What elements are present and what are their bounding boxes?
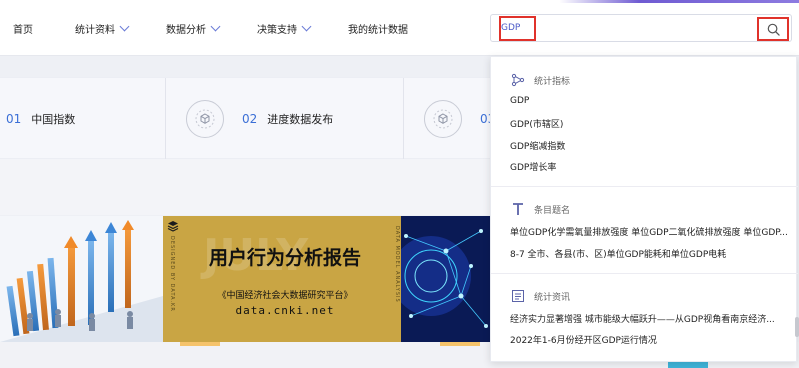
nav-data-analysis-label: 数据分析 [166, 25, 206, 36]
nav-decision-support[interactable]: 决策支持 [257, 21, 312, 36]
nav-data-analysis[interactable]: 数据分析 [166, 21, 221, 36]
indicators-heading-label: 统计指标 [534, 76, 571, 87]
nav-my-statistical-data[interactable]: 我的统计数据 [348, 21, 408, 36]
search-button[interactable] [757, 17, 789, 41]
band-divider [403, 78, 404, 160]
feature-item-china-index[interactable]: 01 中国指数 [6, 78, 75, 160]
report-side-text-right: DATA MODEL ANALYSIS [394, 226, 400, 303]
tag-yellow [180, 342, 220, 346]
suggestion-news-item[interactable]: 2022年1-6月份经开区GDP运行情况 [510, 333, 780, 346]
cube-circle-icon [186, 100, 224, 138]
band-divider [165, 78, 166, 160]
search-icon [767, 23, 780, 36]
top-accent-strip [0, 0, 799, 3]
scrollbar-thumb[interactable] [795, 317, 799, 337]
text-t-icon [513, 203, 523, 215]
feature-number: 01 [6, 112, 22, 126]
entries-heading-label: 条目题名 [534, 205, 571, 216]
report-banner[interactable]: DESIGNED BY DATA.KR DATA MODEL ANALYSIS … [163, 216, 401, 342]
nav-statistical-materials-label: 统计资料 [75, 25, 115, 36]
chevron-down-icon [301, 21, 312, 32]
suggestion-news-item[interactable]: 经济实力显著增强 城市能级大幅跃升——从GDP视角看南京经济... [510, 312, 792, 325]
top-navigation-bar: 首页 统计资料 数据分析 决策支持 我的统计数据 [0, 0, 799, 56]
feature-item-third[interactable]: 03 [424, 78, 495, 160]
feature-label: 中国指数 [31, 113, 76, 126]
people-arrows-illustration [0, 216, 163, 342]
suggestion-entry-item[interactable]: 8-7 全市、各县(市、区)单位GDP能耗和单位GDP电耗 [510, 247, 780, 260]
nav-statistical-materials[interactable]: 统计资料 [75, 21, 130, 36]
suggestion-indicator-item[interactable]: GDP(市辖区) [510, 117, 780, 130]
suggestion-indicator-item[interactable]: GDP缩减指数 [510, 139, 780, 152]
suggestion-indicator-item[interactable]: GDP增长率 [510, 160, 780, 173]
nav-my-statistical-data-label: 我的统计数据 [348, 25, 408, 36]
report-subtitle: 《中国经济社会大数据研究平台》 [217, 291, 353, 301]
nav-home[interactable]: 首页 [13, 21, 33, 36]
dropdown-divider [491, 186, 798, 187]
report-title: 用户行为分析报告 [208, 247, 361, 269]
indicators-heading: 统计指标 [511, 73, 570, 87]
feature-number: 02 [242, 112, 258, 126]
feature-label: 进度数据发布 [267, 113, 334, 126]
document-icon [512, 290, 524, 302]
nav-decision-support-label: 决策支持 [257, 25, 297, 36]
layers-icon [167, 220, 179, 232]
report-url: data.cnki.net [235, 304, 335, 317]
news-heading-label: 统计资讯 [534, 292, 571, 303]
dropdown-divider [491, 273, 798, 274]
search-suggestion-dropdown: 统计指标 GDP GDP(市辖区) GDP缩减指数 GDP增长率 条目题名 单位… [490, 56, 798, 362]
tag-yellow [440, 342, 480, 346]
suggestion-entry-item[interactable]: 单位GDP化学需氧量排放强度 单位GDP二氧化硫排放强度 单位GDP... [510, 225, 792, 238]
network-icon [511, 73, 525, 87]
nav-home-label: 首页 [13, 25, 33, 36]
report-side-text-left: DESIGNED BY DATA.KR [169, 236, 175, 312]
tech-network-banner[interactable] [401, 216, 490, 342]
suggestion-indicator-item[interactable]: GDP [510, 96, 780, 106]
section-gap [0, 159, 490, 215]
people-arrows-banner[interactable] [0, 216, 163, 342]
chevron-down-icon [119, 21, 130, 32]
news-heading: 统计资讯 [511, 289, 570, 303]
feature-band: 01 中国指数 02 进度数据发布 03 [0, 77, 495, 160]
cube-circle-icon [424, 100, 462, 138]
tech-network-illustration [401, 216, 490, 342]
chevron-down-icon [210, 21, 221, 32]
search-term-highlight [499, 16, 536, 41]
entries-heading: 条目题名 [511, 202, 570, 216]
feature-item-progress-release[interactable]: 02 进度数据发布 [186, 78, 333, 160]
